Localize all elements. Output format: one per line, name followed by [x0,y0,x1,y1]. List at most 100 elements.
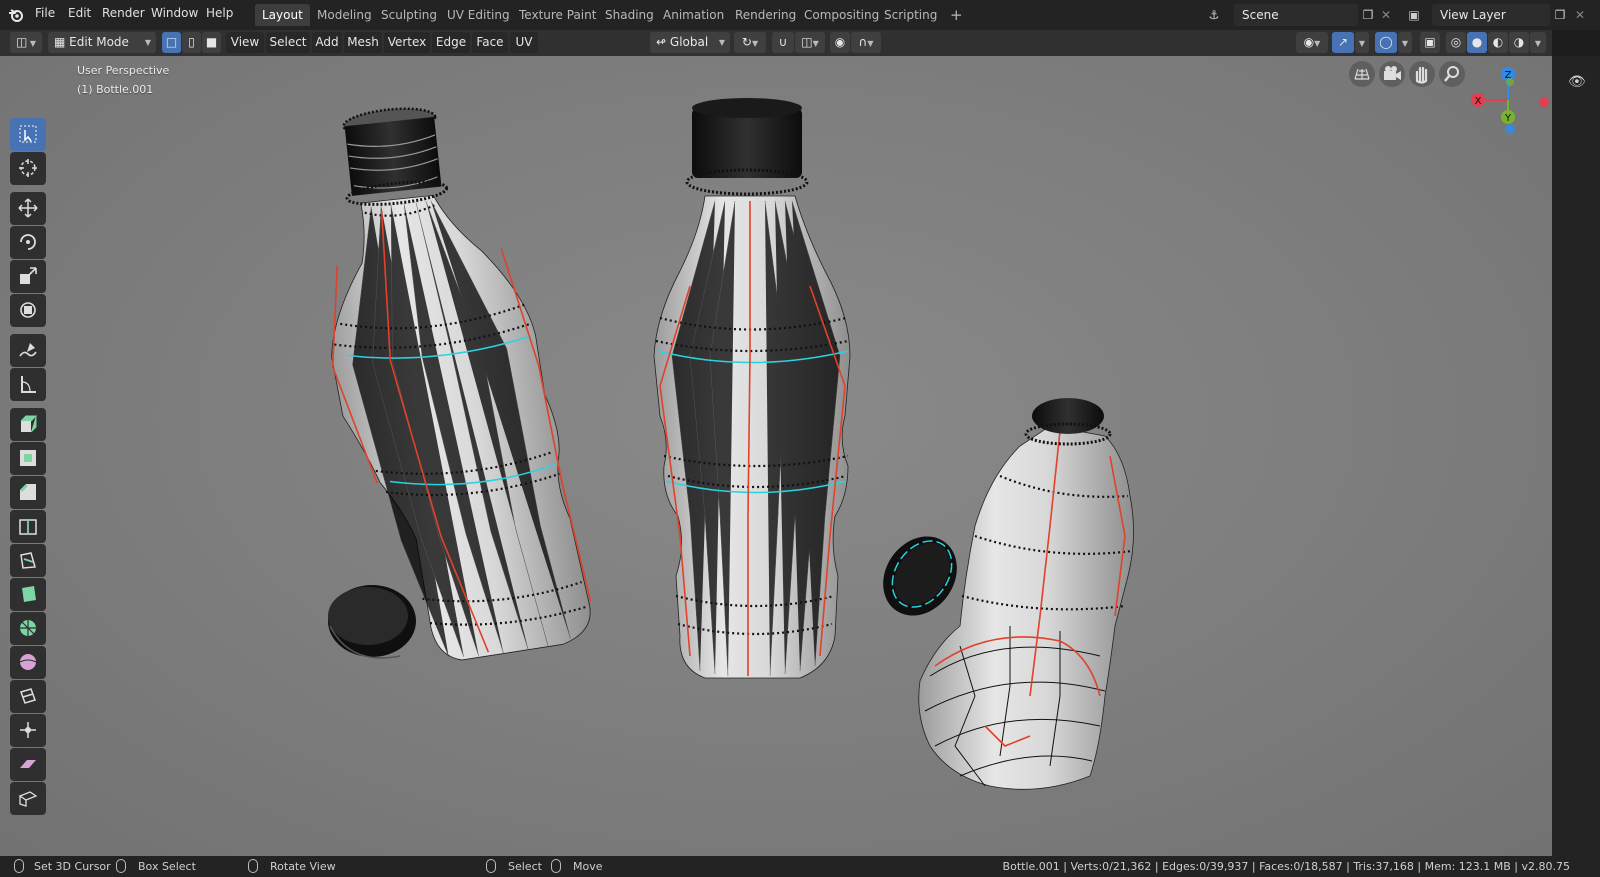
tool-rotate[interactable] [10,226,46,259]
tool-knife[interactable] [10,544,46,577]
tab-sculpting[interactable]: Sculpting [374,4,444,26]
pivot-point-dropdown[interactable]: ↻▼ [734,32,766,53]
camera-view-button[interactable] [1379,61,1405,87]
tab-compositing[interactable]: Compositing [797,4,886,26]
cap-right[interactable] [868,522,972,630]
menu-file[interactable]: File [35,6,55,20]
tool-poly-build[interactable] [10,578,46,611]
tab-shading[interactable]: Shading [598,4,661,26]
bevel-icon [20,484,36,500]
shading-solid-button[interactable]: ● [1467,32,1487,53]
bottle-right[interactable] [918,398,1134,790]
gizmo-neg-y-axis[interactable] [1506,78,1514,86]
shading-rendered-button[interactable]: ◑ [1509,32,1529,53]
close-view-layer-icon[interactable]: ✕ [1572,7,1588,23]
tool-shear[interactable] [10,748,46,781]
scene-icon[interactable]: ⚓ [1206,7,1222,23]
add-workspace-button[interactable]: + [943,4,970,26]
tool-rip[interactable] [10,782,46,815]
menu-edit[interactable]: Edit [68,6,91,20]
gizmo-dropdown[interactable]: ▼ [1355,32,1369,53]
tool-inset[interactable] [10,442,46,475]
menu-vertex[interactable]: Vertex [384,32,430,53]
gizmo-neg-z-axis[interactable] [1505,124,1515,134]
tool-move[interactable] [10,192,46,225]
tool-spin[interactable] [10,612,46,645]
mesh-scene[interactable] [0,56,1552,856]
tab-rendering[interactable]: Rendering [728,4,803,26]
tool-extrude[interactable] [10,408,46,441]
bottle-left[interactable] [307,94,596,670]
tool-smooth[interactable] [10,646,46,679]
xray-toggle[interactable]: ▣ [1420,32,1440,53]
navigation-gizmo[interactable]: Z X Y [1462,61,1552,151]
blender-logo-icon[interactable] [8,7,24,23]
tab-texture-paint[interactable]: Texture Paint [512,4,603,26]
eye-icon[interactable]: 👁 [1568,74,1586,90]
status-hint-move: Move [573,860,603,873]
editor-type-button[interactable]: ◫ ▼ [10,32,42,53]
tool-edge-slide[interactable] [10,680,46,713]
orientation-icon: ↫ [656,35,667,49]
tool-annotate[interactable] [10,334,46,367]
tab-modeling[interactable]: Modeling [310,4,379,26]
tool-measure[interactable] [10,368,46,401]
shading-material-button[interactable]: ◐ [1488,32,1508,53]
status-hint-rotate-view: Rotate View [270,860,336,873]
proportional-edit-toggle[interactable]: ◉ [830,32,850,53]
menu-add[interactable]: Add [312,32,342,53]
tab-animation[interactable]: Animation [656,4,731,26]
snap-toggle[interactable]: ∪ [772,32,794,53]
menu-edge[interactable]: Edge [432,32,470,53]
menu-face[interactable]: Face [472,32,508,53]
tab-uv-editing[interactable]: UV Editing [440,4,517,26]
overlays-dropdown[interactable]: ▼ [1398,32,1412,53]
object-visibility-dropdown[interactable]: ◉▼ [1296,32,1328,53]
view-layer-field[interactable]: View Layer [1432,4,1550,26]
edit-mode-icon: ▦ [54,35,66,49]
new-scene-icon[interactable]: ❐ [1360,7,1376,23]
pan-view-button[interactable] [1409,61,1435,87]
tool-scale[interactable] [10,260,46,293]
gizmo-toggle[interactable]: ↗ [1332,32,1354,53]
tool-select-box[interactable] [10,118,46,151]
menu-select[interactable]: Select [266,32,310,53]
face-select-mode-button[interactable]: ■ [202,32,221,53]
tool-loop-cut[interactable] [10,510,46,543]
tab-scripting[interactable]: Scripting [877,4,944,26]
orientation-label: Global [669,35,709,49]
proportional-falloff-dropdown[interactable]: ∩▼ [851,32,881,53]
3d-viewport[interactable]: User Perspective (1) Bottle.001 Z X Y [0,56,1552,856]
menu-help[interactable]: Help [206,6,233,20]
menu-render[interactable]: Render [102,6,145,20]
vertex-select-mode-button[interactable]: □ [162,32,181,53]
edge-slide-icon [20,688,36,704]
transform-orientation-dropdown[interactable]: ↫ Global ▼ [650,32,730,53]
camera-icon [1384,66,1401,80]
menu-window[interactable]: Window [151,6,198,20]
gizmo-neg-x-axis[interactable] [1539,97,1549,107]
shading-dropdown[interactable]: ▼ [1530,32,1546,53]
scene-name-field[interactable]: Scene [1234,4,1358,26]
tool-transform[interactable] [10,294,46,327]
toggle-perspective-button[interactable] [1349,61,1375,87]
new-view-layer-icon[interactable]: ❐ [1552,7,1568,23]
bottle-center[interactable] [653,98,851,679]
menu-mesh[interactable]: Mesh [344,32,382,53]
tool-cursor[interactable] [10,152,46,185]
tool-shrink-fatten[interactable] [10,714,46,747]
view-layer-icon[interactable]: ▣ [1406,7,1422,23]
select-box-icon [19,125,37,143]
shading-wireframe-button[interactable]: ◎ [1446,32,1466,53]
menu-uv[interactable]: UV [510,32,538,53]
menu-view[interactable]: View [226,32,264,53]
snap-target-dropdown[interactable]: ◫▼ [795,32,825,53]
tool-bevel[interactable] [10,476,46,509]
mode-selector[interactable]: ▦ Edit Mode ▼ [48,32,156,53]
edge-select-mode-button[interactable]: ▯ [182,32,201,53]
overlays-toggle[interactable]: ◯ [1375,32,1397,53]
cap-left[interactable] [328,585,416,659]
close-scene-icon[interactable]: ✕ [1378,7,1394,23]
loop-cut-icon [19,519,37,535]
tab-layout[interactable]: Layout [255,4,310,26]
